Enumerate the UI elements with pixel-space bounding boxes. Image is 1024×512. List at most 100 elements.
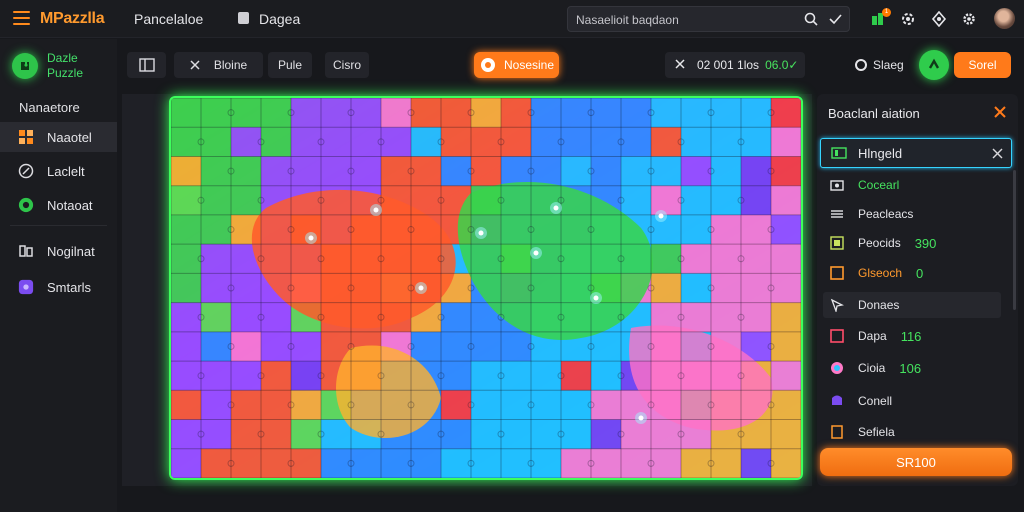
panel-row-label: Donaes: [858, 298, 900, 312]
compass-icon: [18, 163, 34, 179]
panel-row-label: Peocids: [858, 236, 901, 250]
progress-text: 06.0✓: [765, 58, 799, 72]
puzzle-board-area: [122, 94, 812, 486]
panel-row-label: Sefiela: [858, 425, 895, 439]
panel-row[interactable]: Peocids 390: [830, 233, 1010, 253]
sidebar: Dazle Puzzle Nanaetore Naaotel Laclelt N…: [0, 39, 117, 512]
panel-row-value: 106: [899, 360, 922, 376]
timer-text: 02 001 1los: [697, 58, 760, 72]
panel-row-label: Peacleacs: [858, 207, 914, 221]
avatar[interactable]: [994, 8, 1015, 29]
panel-scrollbar[interactable]: [1013, 170, 1016, 310]
selected-item[interactable]: Hlngeld: [820, 138, 1012, 168]
panel-row[interactable]: Cioia 106: [830, 358, 1010, 378]
sidebar-item-label: Notaoat: [47, 197, 93, 213]
box-icon: [830, 329, 844, 343]
play-button[interactable]: [919, 50, 949, 80]
palette-icon: [830, 361, 844, 375]
app-title: MPazzlla: [40, 10, 105, 27]
panel-row-label: Glseoch: [858, 266, 903, 280]
circle-icon: [855, 59, 867, 71]
panel-icon: [138, 58, 155, 72]
camera-icon: [830, 178, 844, 192]
share-label: Slaeg: [873, 58, 904, 72]
sidebar-item-label: Nogilnat: [47, 243, 95, 259]
mode-label: Nosesine: [504, 58, 555, 72]
panel-row[interactable]: Dapa 116: [830, 326, 1010, 346]
notification-badge: 1: [882, 8, 891, 17]
logo-icon: [12, 53, 38, 79]
panel-row[interactable]: Sefiela: [830, 422, 1010, 442]
search-box[interactable]: [567, 6, 850, 32]
panel-title: Boaclanl aiation: [828, 106, 920, 121]
puzzle-piece-icon: [18, 129, 34, 145]
settings-icon[interactable]: [900, 11, 916, 27]
sidebar-item-notaoat[interactable]: Notaoat: [0, 190, 117, 220]
panel-row-value: 0: [916, 265, 924, 281]
action-button[interactable]: Sorel: [954, 52, 1011, 78]
sidebar-item-label: Smtarls: [47, 279, 92, 295]
puzzle-image[interactable]: [171, 98, 801, 478]
hamburger-menu-icon[interactable]: [13, 11, 30, 25]
list-icon: [830, 207, 844, 221]
panel-row-label: Dapa: [858, 329, 887, 343]
panel-row-label: Conell: [858, 394, 893, 408]
leaf-icon: [18, 197, 34, 213]
sidebar-item-label: Laclelt: [47, 163, 85, 179]
sidebar-item-label: Naaotel: [47, 129, 92, 145]
close-icon[interactable]: [991, 103, 1009, 121]
sidebar-heading: Nanaetore: [19, 100, 80, 115]
panel-row-value: 390: [914, 235, 937, 251]
close-icon: [190, 60, 200, 70]
panel-action-button[interactable]: SR100: [820, 448, 1012, 476]
logo-text: Dazle Puzzle: [47, 51, 83, 81]
share-toggle[interactable]: Slaeg: [855, 58, 904, 72]
panel-row[interactable]: Peacleacs: [830, 204, 1010, 224]
search-input[interactable]: [576, 11, 796, 28]
right-panel: Boaclanl aiation Hlngeld Cocearl Peacleac…: [817, 94, 1018, 486]
sidebar-item-smtarls[interactable]: Smtarls: [0, 272, 117, 302]
gear-icon[interactable]: [961, 11, 977, 27]
search-icon[interactable]: [804, 12, 818, 26]
logo-text-line1: Dazle: [47, 51, 78, 65]
panel-row[interactable]: Conell: [830, 391, 1010, 411]
user-group-icon: [18, 243, 34, 259]
close-icon[interactable]: [992, 148, 1003, 159]
top-bar: MPazzlla Pancelaloe Dagea 1: [0, 0, 1024, 38]
sidebar-item-laclelt[interactable]: Laclelt: [0, 156, 117, 186]
menu-item-dagea[interactable]: Dagea: [259, 11, 300, 27]
note-icon: [830, 425, 844, 439]
tool-button-bloine[interactable]: Bloine: [174, 52, 263, 78]
layers-icon: [831, 147, 847, 159]
mode-icon: [481, 58, 495, 72]
puzzle-board[interactable]: [169, 96, 803, 480]
square-icon: [830, 266, 844, 280]
check-icon[interactable]: [829, 13, 842, 25]
sidebar-divider: [10, 225, 107, 226]
tool-button-pule[interactable]: Pule: [268, 52, 312, 78]
document-icon: [238, 12, 249, 24]
tool-button-cisro[interactable]: Cisro: [325, 52, 369, 78]
close-icon[interactable]: [675, 58, 685, 72]
panel-row[interactable]: Glseoch 0: [830, 263, 1010, 283]
grid-icon: [830, 236, 844, 250]
layout-toggle-button[interactable]: [127, 52, 166, 78]
mode-button[interactable]: Nosesine: [474, 52, 559, 78]
menu-item-pancelaloe[interactable]: Pancelaloe: [134, 11, 203, 27]
panel-row-label: Cocearl: [858, 178, 900, 192]
cursor-icon: [830, 298, 844, 312]
logo-text-line2: Puzzle: [47, 66, 84, 80]
cube-icon: [830, 394, 844, 408]
arrow-icon: [928, 58, 940, 69]
panel-row[interactable]: Cocearl: [830, 175, 1010, 195]
panel-row[interactable]: Donaes: [823, 292, 1001, 318]
selected-label: Hlngeld: [858, 146, 903, 161]
sidebar-item-naaotel[interactable]: Naaotel: [0, 122, 117, 152]
panel-row-value: 116: [900, 328, 922, 344]
tool-button-label: Bloine: [213, 58, 248, 72]
sidebar-item-nogilnat[interactable]: Nogilnat: [0, 236, 117, 266]
panel-row-label: Cioia: [858, 361, 886, 375]
theme-icon[interactable]: [931, 11, 947, 27]
timer-display: 02 001 1los 06.0✓: [665, 52, 805, 78]
star-icon: [18, 279, 34, 295]
